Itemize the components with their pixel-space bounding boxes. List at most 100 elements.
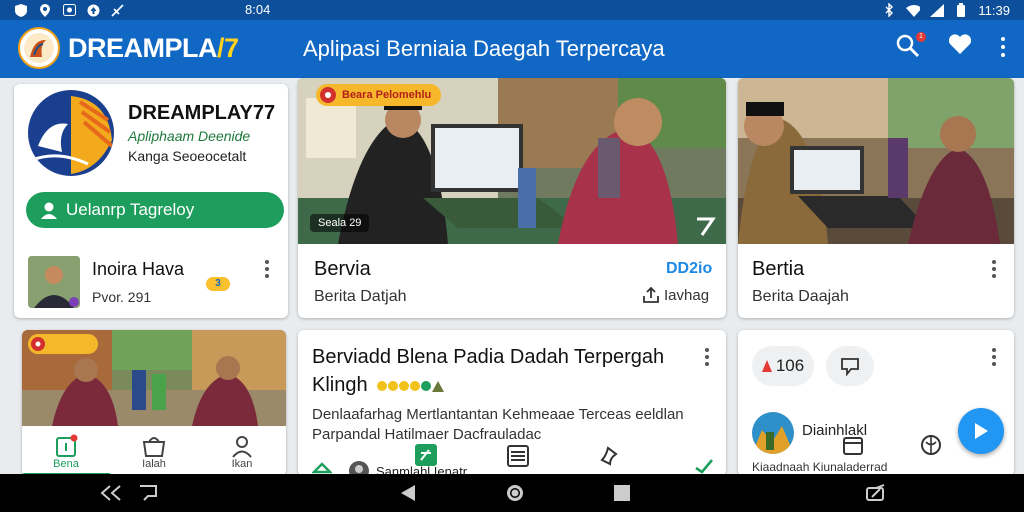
rating-stars-icon bbox=[376, 380, 444, 392]
collapse-icon[interactable] bbox=[100, 484, 122, 502]
shield-icon bbox=[14, 3, 28, 17]
person-icon bbox=[232, 436, 252, 458]
signal-off-icon bbox=[110, 3, 124, 17]
recents-icon[interactable] bbox=[613, 484, 631, 502]
status-time-right: 11:39 bbox=[978, 2, 1010, 18]
feature-toolbar: Sanmlahl Ienatr bbox=[298, 442, 726, 476]
favorites-button[interactable] bbox=[948, 33, 972, 60]
play-icon bbox=[975, 423, 988, 439]
news-title-2: Bertia bbox=[752, 258, 805, 280]
news-badge-label: Beara Pelomehlu bbox=[342, 89, 432, 101]
flag-icon bbox=[31, 337, 45, 351]
brand-emblem bbox=[28, 90, 114, 176]
user-meta: Pvor. 291 bbox=[92, 289, 152, 305]
globe-icon[interactable] bbox=[920, 434, 942, 456]
calendar-icon[interactable] bbox=[842, 434, 864, 456]
feature-menu-button[interactable] bbox=[700, 346, 714, 368]
user-name: Inoira Hava bbox=[92, 259, 185, 279]
cellular-icon bbox=[930, 3, 945, 17]
feature-card[interactable]: Berviadd Blena Padia Dadah Terpergah Kli… bbox=[298, 330, 726, 476]
tab-profile-label: Ikan bbox=[231, 458, 253, 468]
news-subtitle-1: Berita Datjah bbox=[314, 288, 407, 305]
share-button[interactable]: Iavhag bbox=[642, 286, 709, 304]
feature-headline-2: Klingh bbox=[312, 374, 444, 397]
wifi-icon bbox=[906, 3, 921, 17]
basket-icon bbox=[142, 437, 166, 457]
news-tag: DD2io bbox=[666, 260, 713, 277]
right-card-footer: Kiaadnaah Kiunaladerrad bbox=[752, 460, 888, 474]
play-fab[interactable] bbox=[958, 408, 1004, 454]
news-image-2 bbox=[738, 78, 1014, 244]
feature-body-1: Denlaafarhag Mertlantantan Kehmeaae Terc… bbox=[312, 406, 684, 423]
location-icon bbox=[38, 3, 52, 17]
bell-icon[interactable] bbox=[598, 444, 622, 468]
tab-home-label: Bena bbox=[53, 458, 79, 468]
alert-icon bbox=[761, 360, 772, 372]
image-caption: Seala 29 bbox=[310, 214, 370, 232]
bluetooth-icon bbox=[882, 3, 896, 17]
avatar[interactable] bbox=[28, 256, 80, 308]
brand-main: DREAMPLA bbox=[68, 33, 218, 63]
expand-icon[interactable] bbox=[694, 216, 716, 238]
news-card-1[interactable]: Beara Pelomehlu Seala 29 Bervia DD2io Be… bbox=[298, 78, 726, 318]
profile-card: DREAMPLAY77 Apliphaam Deenide Kanga Seoe… bbox=[14, 84, 288, 318]
small-news-badge bbox=[28, 334, 98, 354]
app-logo[interactable] bbox=[18, 27, 60, 69]
user-badge: 3 bbox=[206, 277, 230, 291]
overflow-menu-button[interactable] bbox=[998, 35, 1008, 59]
back-icon[interactable] bbox=[400, 484, 416, 502]
news-badge: Beara Pelomehlu bbox=[316, 84, 442, 106]
feature-headline: Berviadd Blena Padia Dadah Terpergah bbox=[312, 346, 664, 369]
news-title-1: Bervia bbox=[314, 258, 371, 280]
cta-button[interactable]: Uelanrp Tagreloy bbox=[26, 192, 284, 228]
status-time-center: 8:04 bbox=[245, 2, 271, 17]
profile-tagline: Apliphaam Deenide bbox=[128, 128, 251, 144]
count-label: 106 bbox=[775, 356, 805, 375]
status-bar: 8:04 11:39 bbox=[0, 0, 1024, 20]
comment-icon bbox=[841, 358, 859, 376]
user-icon bbox=[41, 202, 57, 219]
count-chip[interactable]: 106 bbox=[752, 346, 814, 386]
cta-label: Uelanrp Tagreloy bbox=[66, 200, 195, 219]
card-tab-bar: Bena Ialah Ikan bbox=[22, 426, 286, 476]
tab-home[interactable]: Bena bbox=[22, 426, 110, 476]
upload-icon bbox=[86, 3, 100, 17]
small-news-card[interactable]: Bena Ialah Ikan bbox=[22, 330, 286, 476]
battery-icon bbox=[954, 3, 968, 17]
flag-icon bbox=[320, 87, 336, 103]
feature-body-2: Parpandal Hatilmaer Dacfrauladac bbox=[312, 426, 542, 443]
news-2-menu-button[interactable] bbox=[987, 258, 1001, 280]
user-menu-button[interactable] bbox=[260, 258, 274, 280]
right-card[interactable]: 106 Diainhlakl Kiaadnaah Kiunaladerrad bbox=[738, 330, 1014, 476]
right-card-menu-button[interactable] bbox=[987, 346, 1001, 368]
comment-chip[interactable] bbox=[826, 346, 874, 386]
search-button[interactable]: 1 bbox=[896, 31, 926, 60]
home-nav-icon[interactable] bbox=[505, 483, 525, 503]
tab-profile[interactable]: Ikan bbox=[198, 426, 286, 476]
list-icon[interactable] bbox=[506, 444, 530, 468]
cast-icon[interactable] bbox=[138, 484, 158, 502]
news-card-2[interactable]: Bertia Berita Daajah bbox=[738, 78, 1014, 318]
notification-badge: 1 bbox=[916, 31, 926, 42]
heart-icon bbox=[948, 34, 972, 54]
home-icon bbox=[56, 434, 78, 457]
page-title: Aplipasi Berniaia Daegah Terpercaya bbox=[303, 36, 665, 61]
profile-subtitle: Kanga Seoeocetalt bbox=[128, 148, 247, 164]
feature-headline-line2: Klingh bbox=[312, 374, 368, 396]
system-nav-bar bbox=[0, 474, 1024, 512]
edit-icon[interactable] bbox=[414, 443, 438, 467]
tab-store[interactable]: Ialah bbox=[110, 426, 198, 476]
rotate-icon[interactable] bbox=[864, 483, 888, 503]
brand-wordmark: DREAMPLA/7 bbox=[68, 33, 239, 64]
tab-store-label: Ialah bbox=[142, 458, 166, 468]
author-avatar[interactable] bbox=[752, 412, 794, 454]
brand-accent: /7 bbox=[217, 33, 239, 63]
app-bar: DREAMPLA/7 Aplipasi Berniaia Daegah Terp… bbox=[0, 20, 1024, 78]
news-subtitle-2: Berita Daajah bbox=[752, 288, 849, 305]
share-label: Iavhag bbox=[664, 286, 710, 304]
share-icon bbox=[643, 286, 659, 303]
profile-title: DREAMPLAY77 bbox=[128, 102, 276, 124]
feature-headline-line1: Berviadd Blena Padia Dadah Terpergah bbox=[312, 346, 665, 368]
image-icon bbox=[62, 3, 76, 17]
checkmark-icon[interactable] bbox=[694, 458, 714, 474]
